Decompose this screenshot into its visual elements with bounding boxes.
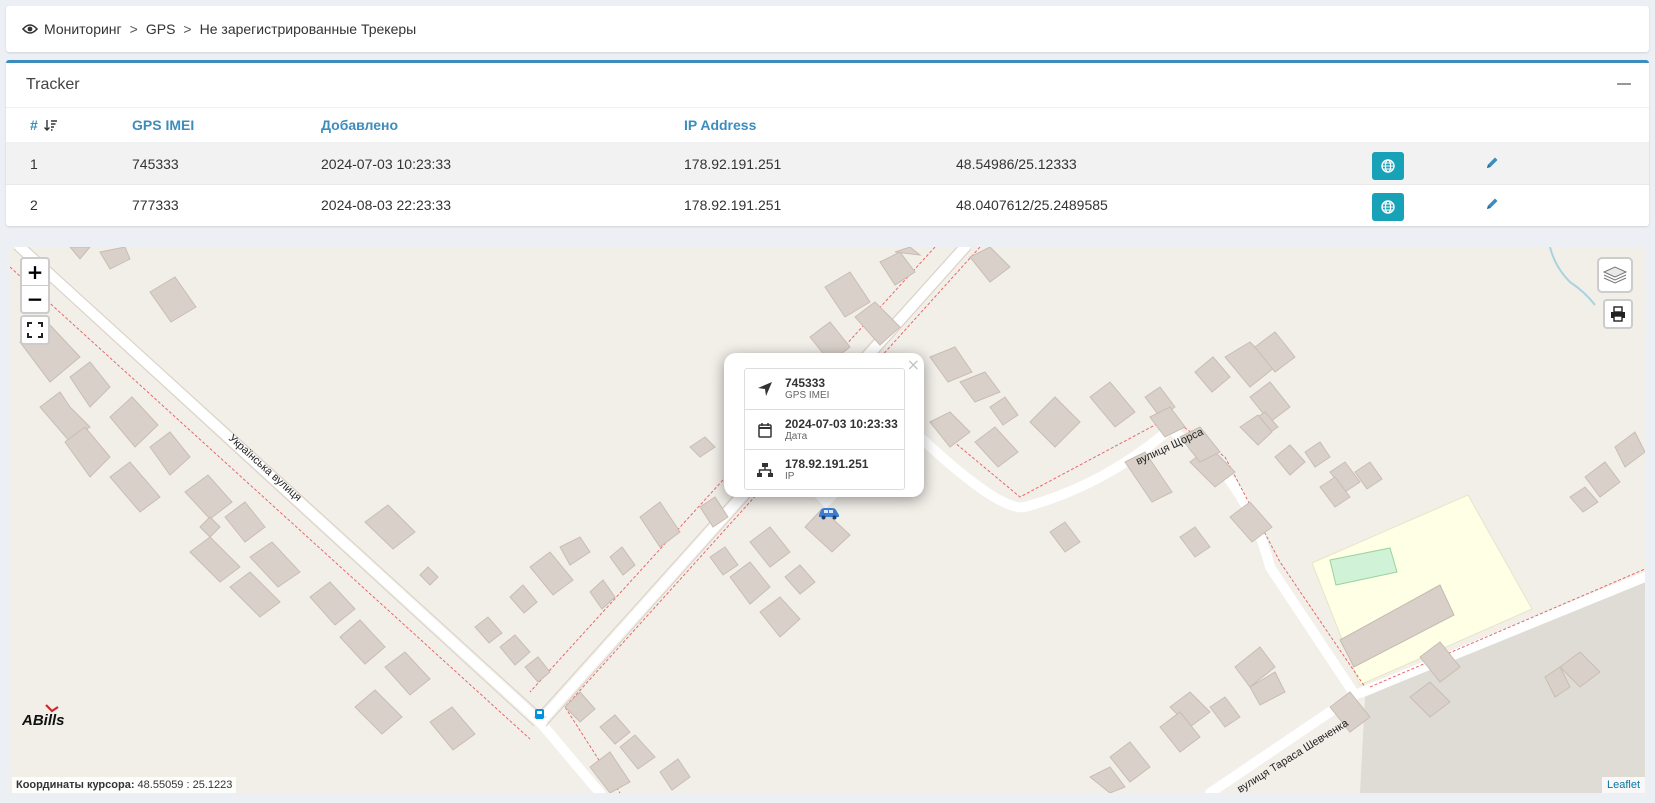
breadcrumb: Мониторинг > GPS > Не зарегистрированные… — [6, 6, 1649, 52]
table-row: 2 777333 2024-08-03 22:23:33 178.92.191.… — [6, 184, 1649, 225]
tracker-table: # GPS IMEI Добавлено IP Address 1 745333… — [6, 108, 1649, 225]
popup-item-date: 2024-07-03 10:23:33 Дата — [745, 409, 904, 449]
table-row: 1 745333 2024-07-03 10:23:33 178.92.191.… — [6, 142, 1649, 185]
sort-icon — [43, 120, 57, 131]
cell-edit — [1481, 142, 1649, 185]
tracker-box: Tracker # GPS IMEI Добавлено IP Address … — [6, 60, 1649, 226]
printer-icon — [1611, 306, 1625, 322]
column-header-added[interactable]: Добавлено — [321, 108, 684, 144]
column-header-coords — [956, 108, 1372, 144]
street-label: Українська вулиця — [226, 432, 304, 504]
popup-imei-label: GPS IMEI — [785, 390, 830, 401]
cursor-coordinates: Координаты курсора: 48.55059 : 25.1223 — [12, 777, 237, 793]
street-label: вулиця Тараса Шевченка — [1235, 717, 1351, 793]
car-marker-icon[interactable] — [817, 506, 841, 525]
cell-imei: 777333 — [132, 184, 321, 225]
coords-value: 48.55059 : 25.1223 — [137, 779, 233, 791]
popup-item-ip: 178.92.191.251 IP — [745, 449, 904, 489]
layers-button[interactable] — [1597, 257, 1633, 293]
show-on-map-button[interactable] — [1372, 193, 1404, 221]
box-title: Tracker — [26, 76, 80, 93]
leaflet-attribution-link[interactable]: Leaflet — [1601, 777, 1645, 793]
cell-ip: 178.92.191.251 — [684, 184, 956, 225]
popup-info-list: 745333 GPS IMEI 2024-07-03 10:23:33 Дата… — [744, 368, 905, 490]
column-header-number[interactable]: # — [6, 108, 132, 144]
show-on-map-button[interactable] — [1372, 152, 1404, 180]
breadcrumb-separator: > — [129, 21, 138, 37]
column-header-edit — [1481, 108, 1649, 144]
table-header-row: # GPS IMEI Добавлено IP Address — [6, 108, 1649, 144]
popup-ip-label: IP — [785, 470, 795, 482]
map[interactable]: Українська вулиця вулиця Щорса вулиця Та… — [10, 247, 1645, 793]
box-header: Tracker — [6, 63, 1649, 108]
popup-date-value: 2024-07-03 10:23:33 — [785, 416, 898, 431]
column-header-imei[interactable]: GPS IMEI — [132, 108, 321, 144]
globe-icon — [1381, 200, 1395, 214]
print-button[interactable] — [1603, 299, 1633, 329]
logo-text: ABills — [22, 712, 65, 729]
popup-item-imei: 745333 GPS IMEI — [745, 369, 904, 409]
cell-edit — [1481, 184, 1649, 225]
popup-imei-value: 745333 — [785, 376, 826, 390]
cell-map-button — [1372, 142, 1481, 185]
fullscreen-control — [20, 315, 50, 345]
popup-date-label: Дата — [785, 430, 808, 442]
cell-coords: 48.0407612/25.2489585 — [956, 184, 1372, 225]
cell-added: 2024-08-03 22:23:33 — [321, 184, 684, 225]
location-arrow-icon — [758, 382, 772, 396]
edit-pencil-icon[interactable] — [1485, 156, 1499, 170]
breadcrumb-item-unregistered-trackers: Не зарегистрированные Трекеры — [199, 21, 417, 37]
breadcrumb-item-monitoring[interactable]: Мониторинг — [44, 21, 122, 37]
globe-icon — [1381, 159, 1395, 173]
layers-icon — [1602, 266, 1628, 284]
cell-number: 1 — [6, 142, 132, 185]
breadcrumb-separator: > — [183, 21, 192, 37]
calendar-icon — [758, 422, 772, 438]
coords-label: Координаты курсора: — [16, 779, 135, 791]
network-icon — [757, 462, 773, 477]
zoom-in-button[interactable]: + — [22, 259, 48, 285]
column-header-ip[interactable]: IP Address — [684, 108, 956, 144]
cell-added: 2024-07-03 10:23:33 — [321, 142, 684, 185]
popup-ip-value: 178.92.191.251 — [785, 456, 869, 471]
collapse-button[interactable] — [1617, 83, 1631, 85]
cell-coords: 48.54986/25.12333 — [956, 142, 1372, 185]
popup-close-button[interactable]: × — [907, 355, 920, 374]
marker-popup: × 745333 GPS IMEI 2024-07-03 10:23:33 Да… — [724, 353, 924, 497]
breadcrumb-item-gps[interactable]: GPS — [146, 21, 176, 37]
abills-logo: ABills — [21, 703, 66, 734]
zoom-control: + − — [20, 257, 50, 314]
edit-pencil-icon[interactable] — [1485, 197, 1499, 211]
fullscreen-button[interactable] — [22, 317, 48, 343]
column-header-map — [1372, 108, 1481, 144]
eye-icon — [22, 23, 38, 35]
zoom-out-button[interactable]: − — [22, 285, 48, 312]
fullscreen-icon — [27, 322, 43, 338]
cell-ip: 178.92.191.251 — [684, 142, 956, 185]
cell-map-button — [1372, 184, 1481, 225]
cell-number: 2 — [6, 184, 132, 225]
cell-imei: 745333 — [132, 142, 321, 185]
